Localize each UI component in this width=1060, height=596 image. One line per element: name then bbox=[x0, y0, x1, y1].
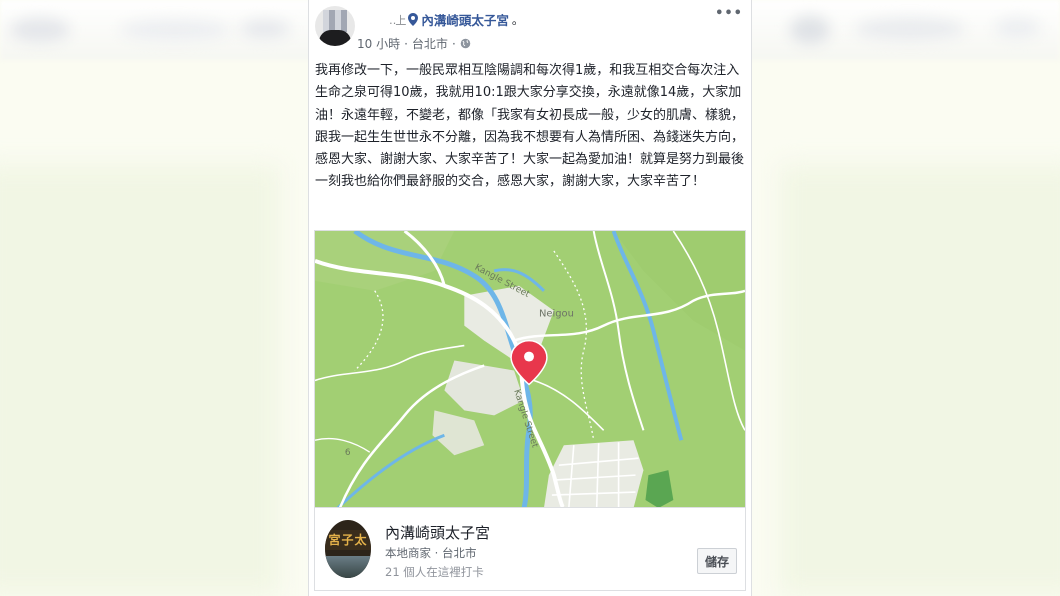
author-name-redacted[interactable]: ‥上 bbox=[389, 12, 406, 28]
place-name[interactable]: 內溝崎頭太子宮 bbox=[385, 522, 490, 543]
place-category: 本地商家 · 台北市 bbox=[385, 546, 477, 560]
author-avatar[interactable] bbox=[315, 6, 355, 46]
save-button[interactable]: 儲存 bbox=[697, 548, 737, 574]
post-location[interactable]: 台北市 bbox=[412, 35, 448, 52]
place-attachment[interactable]: 宮子太 內溝崎頭太子宮 本地商家 · 台北市 21 個人在這裡打卡 儲存 bbox=[314, 507, 746, 591]
map-label-town: Neigou bbox=[539, 309, 574, 320]
map-preview[interactable]: Kangle Street Neigou Kangle Street 6 bbox=[314, 230, 746, 508]
place-logo-sign: 宮子太 bbox=[325, 530, 371, 550]
tagged-suffix: 。 bbox=[511, 13, 524, 27]
meta-separator: · bbox=[404, 36, 408, 51]
tagged-place-link[interactable]: 內溝崎頭太子宮 bbox=[421, 10, 509, 29]
meta-separator: · bbox=[451, 36, 456, 51]
place-logo[interactable]: 宮子太 bbox=[325, 520, 371, 578]
map-graphic: Kangle Street Neigou Kangle Street 6 bbox=[315, 231, 745, 508]
post-meta: 10 小時 · 台北市 · bbox=[357, 35, 471, 52]
globe-icon[interactable] bbox=[460, 38, 471, 49]
post-body: 我再修改一下，一般民眾相互陰陽調和每次得1歲，和我互相交合每次注入生命之泉可得1… bbox=[315, 63, 745, 190]
post-time[interactable]: 10 小時 bbox=[357, 35, 400, 52]
author-line: ‥上 內溝崎頭太子宮 。 bbox=[389, 10, 524, 29]
location-pin-icon bbox=[408, 13, 419, 26]
map-label-number: 6 bbox=[345, 448, 351, 458]
post-header: ‥上 內溝崎頭太子宮 。 10 小時 · 台北市 · ••• bbox=[309, 0, 751, 58]
more-options-icon[interactable]: ••• bbox=[715, 6, 743, 21]
facebook-post: ‥上 內溝崎頭太子宮 。 10 小時 · 台北市 · ••• 我再修改一下，一般… bbox=[308, 0, 752, 596]
pixelated-face bbox=[323, 10, 347, 32]
place-checkins: 21 個人在這裡打卡 bbox=[385, 565, 484, 579]
